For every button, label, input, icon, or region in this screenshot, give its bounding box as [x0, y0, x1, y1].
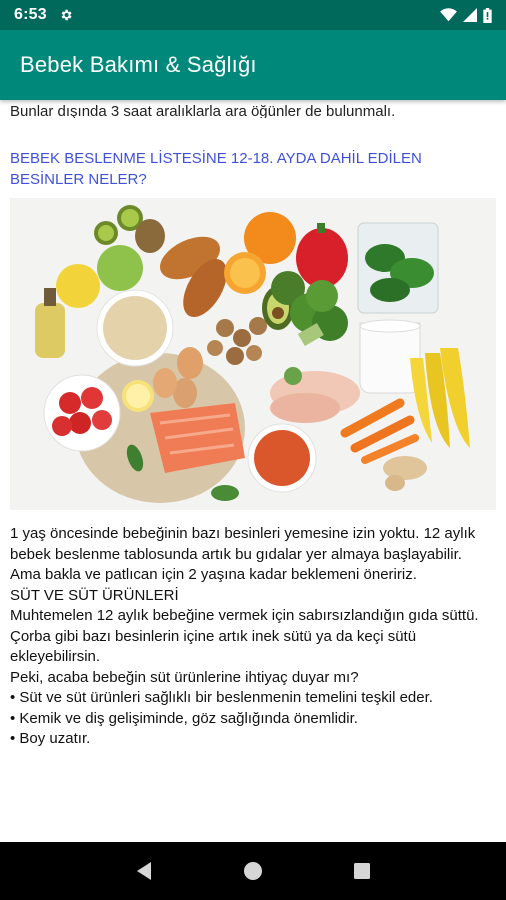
back-icon[interactable]	[131, 858, 157, 884]
signal-icon	[463, 8, 477, 22]
recents-icon[interactable]	[349, 858, 375, 884]
article-body: 1 yaş öncesinde bebeğinin bazı besinleri…	[10, 524, 496, 750]
status-icons	[440, 7, 492, 23]
paragraph-intro: 1 yaş öncesinde bebeğinin bazı besinleri…	[10, 525, 476, 583]
status-time: 6:53	[14, 6, 47, 23]
navigation-bar	[0, 842, 506, 900]
app-bar: Bebek Bakımı & Sağlığı	[0, 30, 506, 100]
app-title: Bebek Bakımı & Sağlığı	[20, 52, 257, 77]
settings-icon	[59, 8, 73, 22]
bullet-item: • Kemik ve diş gelişiminde, göz sağlığın…	[10, 709, 358, 727]
paragraph-dairy-text: Muhtemelen 12 aylık bebeğine vermek için…	[10, 607, 479, 665]
wifi-icon	[440, 8, 457, 22]
paragraph-question: Peki, acaba bebeğin süt ürünlerine ihtiy…	[10, 668, 359, 686]
article-content[interactable]: Bunlar dışında 3 saat aralıklarla ara öğ…	[0, 100, 506, 770]
paragraph-dairy-heading: SÜT VE SÜT ÜRÜNLERİ	[10, 586, 179, 604]
healthy-foods-image	[10, 198, 496, 510]
battery-icon	[483, 7, 492, 23]
status-bar: 6:53	[0, 0, 506, 30]
section-heading: BEBEK BESLENME LİSTESİNE 12-18. AYDA DAH…	[10, 150, 422, 188]
home-icon[interactable]	[240, 858, 266, 884]
empty-area	[0, 770, 506, 842]
bullet-item: • Boy uzatır.	[10, 730, 91, 747]
bullet-item: • Süt ve süt ürünleri sağlıklı bir besle…	[10, 689, 433, 706]
previous-text-line: Bunlar dışında 3 saat aralıklarla ara öğ…	[10, 103, 396, 118]
